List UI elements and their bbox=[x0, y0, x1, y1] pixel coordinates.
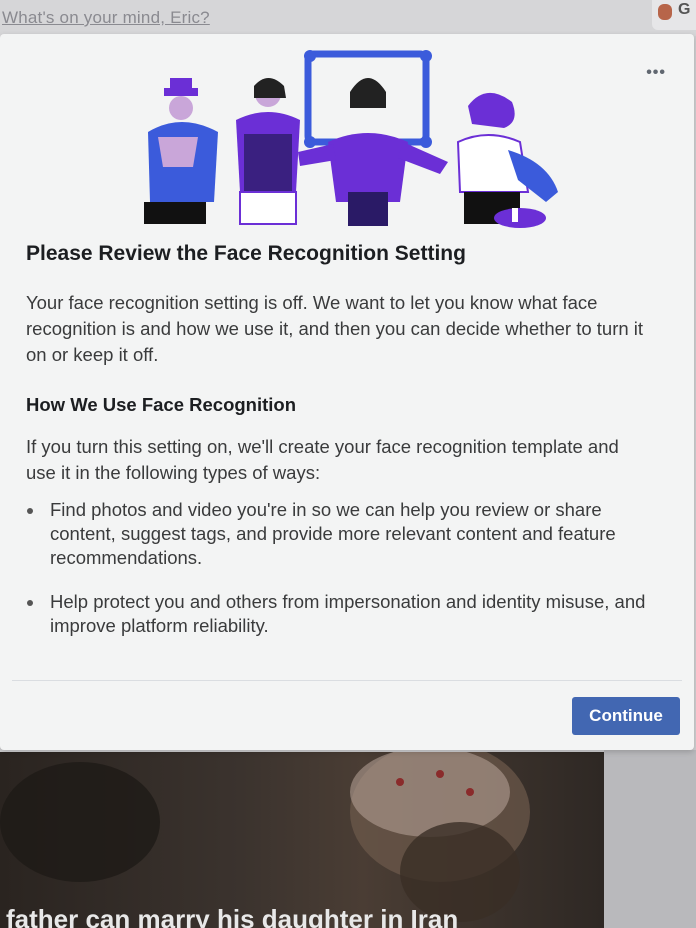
right-rail bbox=[604, 750, 696, 928]
feed-caption[interactable]: father can marry his daughter in Iran bbox=[6, 904, 458, 928]
dialog-title: Please Review the Face Recognition Setti… bbox=[26, 242, 466, 265]
top-bar: What's on your mind, Eric? G bbox=[0, 0, 696, 36]
avatar bbox=[658, 4, 672, 20]
profile-chip[interactable]: G bbox=[652, 0, 696, 30]
feed-photo: father can marry his daughter in Iran bbox=[0, 752, 604, 928]
feed-photo-scene bbox=[0, 752, 530, 922]
intro-text: Your face recognition setting is off. We… bbox=[26, 292, 644, 365]
footer-divider bbox=[12, 680, 682, 681]
list-item-text: Help protect you and others from imperso… bbox=[50, 591, 646, 636]
list-item: Find photos and video you're in so we ca… bbox=[26, 498, 656, 570]
section-heading: How We Use Face Recognition bbox=[26, 394, 297, 415]
composer-prompt[interactable]: What's on your mind, Eric? bbox=[2, 8, 210, 28]
bullet-icon bbox=[27, 508, 33, 514]
more-options-button[interactable]: ••• bbox=[646, 64, 666, 82]
bullet-icon bbox=[27, 600, 33, 606]
continue-button[interactable]: Continue bbox=[572, 697, 680, 735]
uses-list: Find photos and video you're in so we ca… bbox=[26, 498, 656, 658]
face-recognition-dialog: ••• Please Review the Face Recognition S… bbox=[0, 34, 694, 750]
uses-intro-text: If you turn this setting on, we'll creat… bbox=[26, 436, 619, 483]
list-item: Help protect you and others from imperso… bbox=[26, 590, 656, 638]
list-item-text: Find photos and video you're in so we ca… bbox=[50, 499, 616, 568]
people-illustration bbox=[144, 50, 558, 228]
profile-initial: G bbox=[678, 1, 691, 18]
